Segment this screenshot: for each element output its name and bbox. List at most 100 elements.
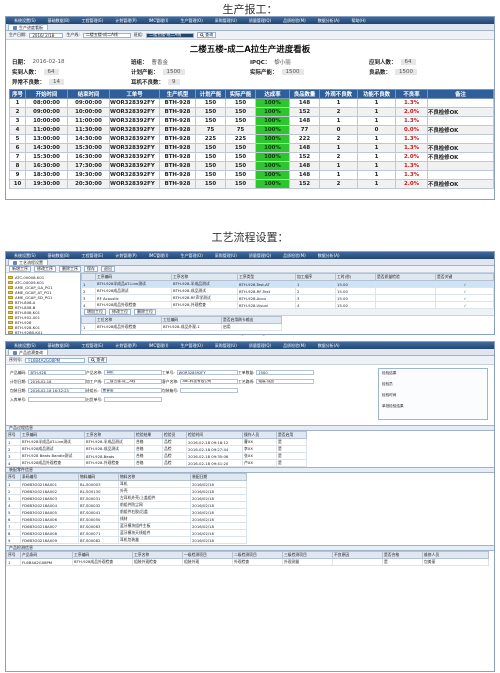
tab-process-flow[interactable]: 工艺流程设置 <box>8 259 48 265</box>
menu-item[interactable]: 计划管理(P) <box>110 18 142 24</box>
station-toolbar-button[interactable]: 增加工位 <box>84 309 106 315</box>
form-value[interactable]: 2016-02-18 <box>28 379 86 384</box>
grid-cell: 是 <box>276 445 307 453</box>
menu-item[interactable]: 品质检验(M) <box>278 343 311 349</box>
table-row[interactable]: 9 18:30:00 19:30:00 WOR328392FY BTH-928 150 15… <box>9 170 494 180</box>
process-toolbar-button[interactable]: 保存 <box>84 266 98 272</box>
grid-row[interactable]: 2 BTH-928成品测试 BTH-928-成品测试 合格 品检 2016-02-18 0… <box>6 445 307 453</box>
grid-row[interactable]: 4 BTH-928成品外观检查 BTH-928-外观检查 BTH-928-Visual… <box>81 301 494 309</box>
station-toolbar-button[interactable]: 删除工位 <box>134 309 156 315</box>
form-value[interactable]: 组装-成品 <box>256 379 314 384</box>
folder-icon <box>8 285 13 290</box>
grid-row[interactable]: 4 BTH-928成品外观检查 BTH-928-外观检查 合格 品检 2016-02-18… <box>6 459 307 467</box>
menu-item[interactable]: 质量管理(Q) <box>244 18 276 24</box>
table-cell: 3 <box>9 116 26 126</box>
grid-row[interactable]: 9 FD6B3G0218A009 BT-S00082 耳机包装盒 2016/02/18 <box>6 536 247 544</box>
grid-row[interactable]: 4 FD6B3G0218A004 BT-S00032 前组件防尘网 2016/02/18 <box>6 501 247 509</box>
grid-row[interactable]: 3 BTH-928 Beats Bandle测试 BTH-928-Beats 合格 品检… <box>6 452 307 460</box>
table-cell: 1 <box>319 161 358 171</box>
table-row[interactable]: 2 09:00:00 10:00:00 WOR328392FY BTH-928 150 15… <box>9 107 494 117</box>
menu-item[interactable]: 数据分析(A) <box>313 343 345 349</box>
line-select[interactable]: 二楼五楼-成二A线 <box>82 32 131 38</box>
tab-production-board[interactable]: 生产进度看板 <box>8 24 48 30</box>
menu-item[interactable]: 质量管理(Q) <box>244 343 276 349</box>
process-toolbar-button[interactable]: 删除工序 <box>59 266 81 272</box>
table-row[interactable]: 10 19:30:00 20:30:00 WOR328392FY BTH-928 150 1… <box>9 179 494 189</box>
menu-item[interactable]: 生产管理(O) <box>175 343 207 349</box>
table-row[interactable]: 6 14:30:00 15:30:00 WOR328392FY BTH-928 150 15… <box>9 143 494 153</box>
process-toolbar-button[interactable]: 新增工序 <box>9 266 31 272</box>
table-cell: 2.0% <box>395 107 428 117</box>
form-value[interactable]: ABC科技有限公司 <box>180 379 238 384</box>
form-value[interactable] <box>104 397 162 402</box>
table-cell: 4 <box>9 125 26 135</box>
menu-item[interactable]: 生产管理(O) <box>175 253 207 259</box>
menu-item[interactable]: 基础数据(B) <box>43 18 75 24</box>
grid-row[interactable]: 1 FL6B4A2G08PM BTH-928成品外观检查 组装外观检查 组装外观 外观检查… <box>6 558 489 566</box>
table-row[interactable]: 1 08:00:00 09:00:00 WOR328392FY BTH-928 150 15… <box>9 98 494 108</box>
table-row[interactable]: 3 10:00:00 11:00:00 WOR328392FY BTH-928 150 15… <box>9 116 494 126</box>
form-value[interactable]: 1500 <box>256 370 314 375</box>
grid-cell: 15.00 <box>335 287 376 295</box>
table-row[interactable]: 7 15:30:00 16:30:00 WOR328392FY BTH-928 150 15… <box>9 152 494 162</box>
menu-item[interactable]: 帮助(H) <box>347 18 371 24</box>
grid-row[interactable]: 1 BTH-928半成品AT-Line测试 BTH-928-半成品测试 BTH-928… <box>81 280 494 288</box>
date-picker[interactable]: 2016/ 2/18 <box>29 32 64 38</box>
menu-item[interactable]: 质量管理(Q) <box>244 253 276 259</box>
tab-trace-query[interactable]: 产品追溯查询 <box>8 349 48 355</box>
form-value[interactable]: 曹香金 <box>100 388 162 393</box>
form-value[interactable]: 2016-02-18 16:32:23 <box>28 388 86 393</box>
grid-row[interactable]: 3 RF Acoustic BTH-928-RF声学测试 BTH-928-Acou 3 1… <box>81 294 494 302</box>
menu-item[interactable]: 系统设置(S) <box>9 18 41 24</box>
menu-item[interactable]: 生产管理(O) <box>175 18 207 24</box>
menu-item[interactable]: 品质检验(M) <box>278 18 311 24</box>
form-value[interactable] <box>28 397 86 402</box>
grid-row[interactable]: 1 BTH-928成品外观检查 BTH-928-成品外观-1 启用 <box>81 323 282 331</box>
grid-row[interactable]: 2 BTH-928成品测试 BTH-928-成品测试 BTH-928-RF-Test 2… <box>81 287 494 295</box>
form-value[interactable]: 二楼五楼-成二A线 <box>104 379 162 384</box>
table-cell: BTH-928 <box>159 161 196 171</box>
menu-item[interactable]: IMC管理(I) <box>144 343 174 349</box>
menu-item[interactable]: 数据分析(A) <box>313 253 345 259</box>
menu-item[interactable]: 计划管理(P) <box>110 253 142 259</box>
menu-item[interactable]: 计划管理(P) <box>110 343 142 349</box>
menu-item[interactable]: 采购管理(U) <box>210 343 242 349</box>
table-row[interactable]: 4 11:00:00 11:30:00 WOR328392FY BTH-928 75 75 1… <box>9 125 494 135</box>
menu-item[interactable]: 工程管理(E) <box>77 343 109 349</box>
query-button[interactable]: 查询 <box>197 32 217 38</box>
form-value[interactable]: BTH-928 <box>28 370 86 375</box>
menu-item[interactable]: IMC管理(I) <box>144 253 174 259</box>
menu-item[interactable]: 基础数据(B) <box>43 253 75 259</box>
menu-item[interactable]: 数据分析(A) <box>313 18 345 24</box>
process-toolbar-button[interactable]: 修改工序 <box>34 266 56 272</box>
grid-row[interactable]: 8 FD6B3G0218A008 BT-S00071 蓝牙模块天线组件 2016/02/… <box>6 529 247 537</box>
menu-item[interactable]: 品质检验(M) <box>278 253 311 259</box>
grid-row[interactable]: 6 FD6B3G0218A006 BT-S00050 线材 2016/02/18 <box>6 515 247 523</box>
grid-row[interactable]: 2 FD6B3G0218A002 BL-S00130 外壳 2016/02/18 <box>6 487 247 495</box>
sn-input[interactable]: FL6B4A2G08PM <box>25 357 86 363</box>
form-value[interactable]: 耳机 <box>104 370 162 375</box>
shift-select[interactable]: 二楼五楼-成二A线 <box>146 32 195 38</box>
menu-item[interactable]: 采购管理(U) <box>210 18 242 24</box>
menu-item[interactable]: 系统设置(S) <box>9 343 41 349</box>
menu-item[interactable]: IMC管理(I) <box>144 18 174 24</box>
grid-row[interactable]: 1 BTH-928半成品AT-Line测试 BTH-928-半成品测试 合格 品检 201… <box>6 438 307 446</box>
form-value[interactable]: WOR328392FY <box>176 370 238 375</box>
grid-row[interactable]: 1 FD6B3G0218A001 BL-S00003 耳机 2016/02/18 <box>6 480 247 488</box>
tree-node[interactable]: BTH-928B-K01 <box>8 330 78 334</box>
menu-item[interactable]: 基础数据(B) <box>43 343 75 349</box>
menu-item[interactable]: 系统设置(S) <box>9 253 41 259</box>
grid-row[interactable]: 7 FD6B3G0218A007 BT-S00063 蓝牙模块组件主板 2016/02/… <box>6 522 247 530</box>
table-row[interactable]: 5 13:00:00 14:30:00 WOR328392FY BTH-928 225 22… <box>9 134 494 144</box>
grid-row[interactable]: 3 FD6B3G0218A003 BT-S00031 左耳机外壳/上盖组件 2016/0… <box>6 494 247 502</box>
process-toolbar-button[interactable]: 退出 <box>101 266 115 272</box>
grid-row[interactable]: 5 FD6B3G0218A005 BT-S00041 前组件右胶/后盖 2016/02/… <box>6 508 247 516</box>
station-toolbar-button[interactable]: 修改工位 <box>109 309 131 315</box>
menu-item[interactable]: 工程管理(E) <box>77 253 109 259</box>
form-value[interactable] <box>180 388 238 393</box>
table-row[interactable]: 8 16:30:00 17:30:00 WOR328392FY BTH-928 150 15… <box>9 161 494 171</box>
summary-item: 耳机不良数： 9 <box>131 77 250 87</box>
menu-item[interactable]: 工程管理(E) <box>77 18 109 24</box>
trace-query-button[interactable]: 查询 <box>88 357 108 363</box>
menu-item[interactable]: 采购管理(U) <box>210 253 242 259</box>
